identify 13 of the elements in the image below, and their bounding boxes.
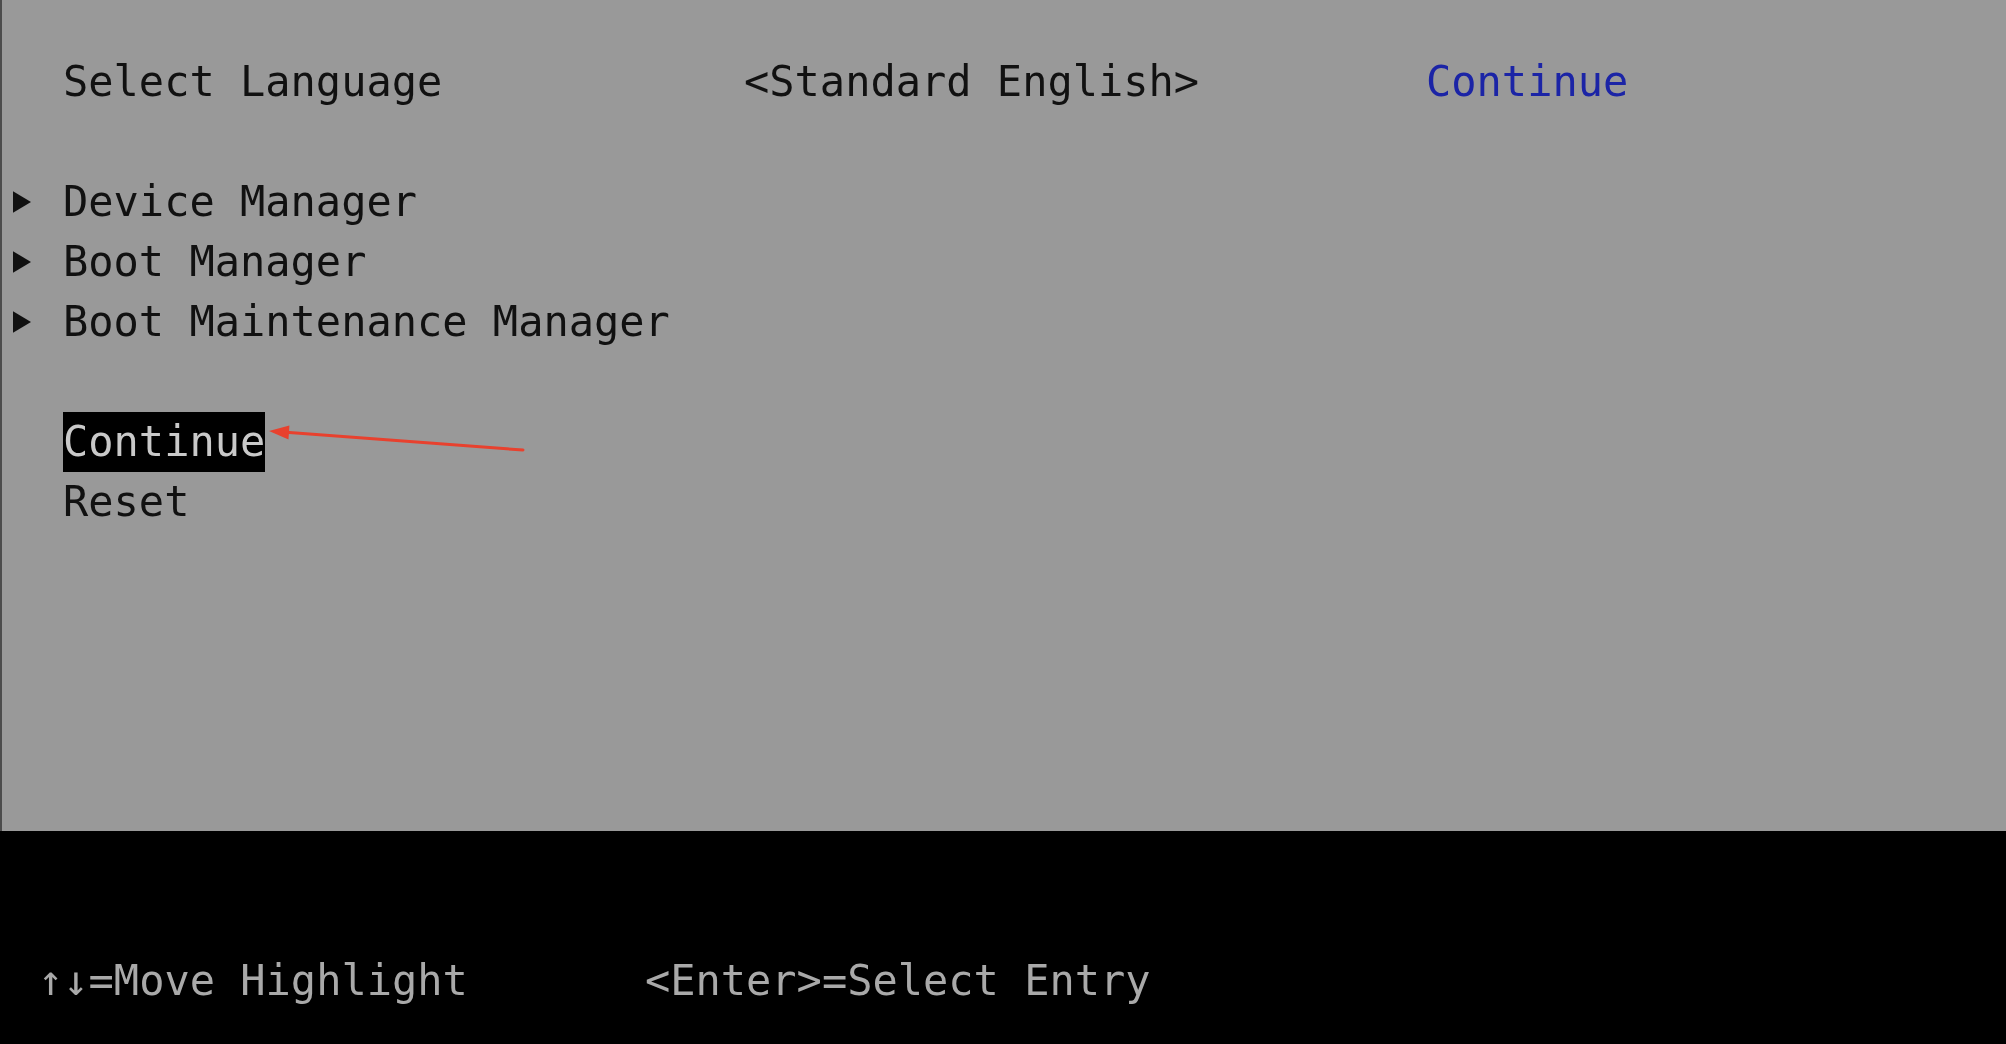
triangle-icon bbox=[13, 191, 31, 213]
key-hint: ↑↓=Move Highlight bbox=[38, 955, 468, 1007]
key-hint: <Enter>=Select Entry bbox=[644, 955, 1151, 1007]
menu-item[interactable]: Device Manager bbox=[63, 172, 417, 232]
language-selector[interactable]: <Standard English> bbox=[744, 52, 1426, 112]
menu-item[interactable]: Continue bbox=[63, 412, 266, 472]
menu-item[interactable]: Boot Manager bbox=[63, 232, 367, 292]
triangle-icon bbox=[13, 251, 31, 273]
menu-item[interactable]: Reset bbox=[63, 472, 190, 532]
help-text: Continue bbox=[1426, 56, 1629, 108]
language-label: Select Language bbox=[63, 56, 444, 108]
menu-item[interactable]: Boot Maintenance Manager bbox=[63, 292, 670, 352]
triangle-icon bbox=[13, 311, 31, 333]
